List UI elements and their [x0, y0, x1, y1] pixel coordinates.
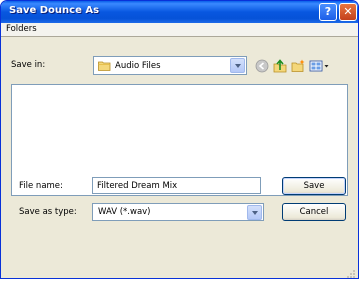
save-in-label: Save in:: [11, 60, 46, 70]
file-name-value: Filtered Dream Mix: [97, 181, 178, 191]
save-in-value: Audio Files: [115, 61, 161, 71]
save-as-type-dropdown[interactable]: WAV (*.wav): [92, 203, 264, 221]
save-in-dropdown[interactable]: Audio Files: [93, 56, 247, 75]
save-dialog: Save Dounce As ? ✕ Folders Save in: Audi…: [0, 0, 359, 279]
up-folder-icon[interactable]: [273, 59, 287, 73]
file-name-label: File name:: [19, 181, 63, 191]
save-button[interactable]: Save: [282, 177, 346, 195]
menu-strip: Folders: [1, 23, 358, 36]
title-bar[interactable]: Save Dounce As ? ✕: [1, 1, 358, 23]
resize-grip-icon[interactable]: [346, 269, 356, 279]
save-as-type-label: Save as type:: [19, 207, 77, 217]
help-button[interactable]: ?: [319, 3, 337, 21]
chevron-down-icon[interactable]: [230, 58, 245, 73]
back-icon[interactable]: [255, 59, 269, 73]
dialog-title: Save Dounce As: [9, 5, 100, 16]
chevron-down-icon[interactable]: [247, 205, 262, 220]
folders-menu[interactable]: Folders: [6, 24, 37, 34]
separator: [1, 36, 358, 37]
close-button[interactable]: ✕: [339, 3, 357, 21]
save-as-type-value: WAV (*.wav): [98, 207, 151, 217]
views-menu-icon[interactable]: [309, 59, 331, 73]
folder-icon: [98, 61, 111, 71]
file-name-input[interactable]: Filtered Dream Mix: [92, 177, 261, 194]
cancel-button[interactable]: Cancel: [282, 203, 346, 221]
new-folder-icon[interactable]: [291, 59, 305, 73]
